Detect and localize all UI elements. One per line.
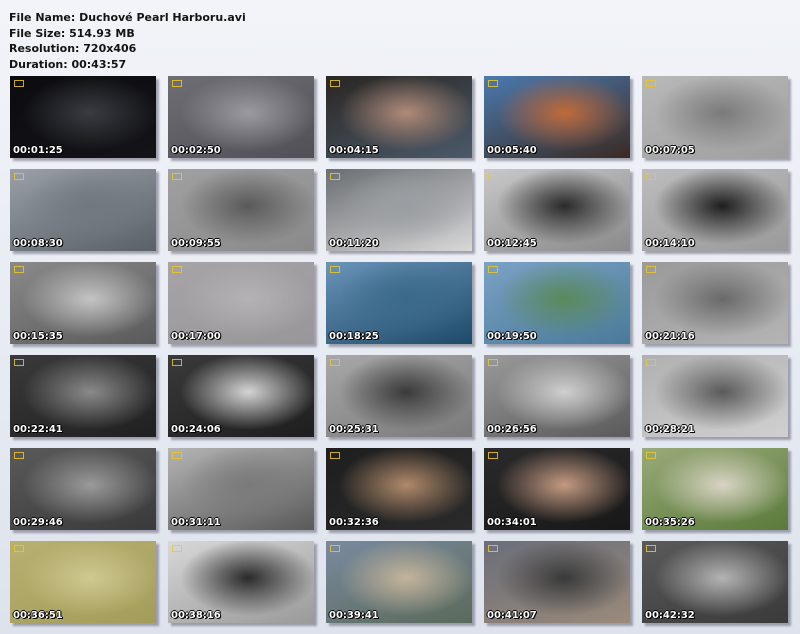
thumbnail-timestamp: 00:26:56 (487, 424, 537, 435)
channel-logo-icon (330, 359, 340, 366)
video-thumbnail: 00:41:07 (484, 541, 630, 623)
video-thumbnail: 00:05:40 (484, 76, 630, 158)
thumbnail-timestamp: 00:24:06 (171, 424, 221, 435)
channel-logo-icon (14, 452, 24, 459)
thumbnail-timestamp: 00:32:36 (329, 517, 379, 528)
duration-label: Duration: 00:43:57 (9, 57, 127, 71)
thumbnail-timestamp: 00:34:01 (487, 517, 537, 528)
video-thumbnail: 00:34:01 (484, 448, 630, 530)
video-thumbnail: 00:11:20 (326, 169, 472, 251)
thumbnail-timestamp: 00:05:40 (487, 145, 537, 156)
channel-logo-icon (488, 266, 498, 273)
video-thumbnail: 00:07:05 (642, 76, 788, 158)
video-thumbnail: 00:26:56 (484, 355, 630, 437)
video-thumbnail: 00:18:25 (326, 262, 472, 344)
thumbnail-timestamp: 00:07:05 (645, 145, 695, 156)
file-name-label: File Name: Duchové Pearl Harboru.avi (9, 11, 246, 24)
thumbnail-grid: 00:01:25 00:02:50 00:04:15 00:05:40 00:07:05… (10, 76, 798, 632)
channel-logo-icon (14, 266, 24, 273)
thumbnail-timestamp: 00:18:25 (329, 331, 379, 342)
video-thumbnail: 00:17:00 (168, 262, 314, 344)
channel-logo-icon (646, 173, 656, 180)
thumbnail-timestamp: 00:15:35 (13, 331, 63, 342)
video-thumbnail: 00:08:30 (10, 169, 156, 251)
video-thumbnail: 00:36:51 (10, 541, 156, 623)
channel-logo-icon (488, 545, 498, 552)
channel-logo-icon (646, 545, 656, 552)
video-thumbnail: 00:32:36 (326, 448, 472, 530)
thumbnail-timestamp: 00:04:15 (329, 145, 379, 156)
thumbnail-timestamp: 00:14:10 (645, 238, 695, 249)
channel-logo-icon (488, 359, 498, 366)
channel-logo-icon (172, 80, 182, 87)
video-thumbnail: 00:19:50 (484, 262, 630, 344)
channel-logo-icon (172, 266, 182, 273)
video-thumbnail: 00:09:55 (168, 169, 314, 251)
thumbnail-timestamp: 00:01:25 (13, 145, 63, 156)
thumbnail-timestamp: 00:42:32 (645, 610, 695, 621)
channel-logo-icon (646, 266, 656, 273)
channel-logo-icon (14, 80, 24, 87)
video-thumbnail: 00:21:16 (642, 262, 788, 344)
channel-logo-icon (646, 359, 656, 366)
resolution-label: Resolution: 720x406 (9, 42, 137, 55)
video-thumbnail: 00:01:25 (10, 76, 156, 158)
thumbnail-timestamp: 00:38:16 (171, 610, 221, 621)
video-thumbnail: 00:38:16 (168, 541, 314, 623)
channel-logo-icon (14, 359, 24, 366)
thumbnail-timestamp: 00:22:41 (13, 424, 63, 435)
thumbnail-timestamp: 00:19:50 (487, 331, 537, 342)
channel-logo-icon (14, 545, 24, 552)
video-thumbnail: 00:22:41 (10, 355, 156, 437)
thumbnail-timestamp: 00:08:30 (13, 238, 63, 249)
file-info-header: File Name: Duchové Pearl Harboru.avi Fil… (9, 10, 246, 72)
channel-logo-icon (172, 452, 182, 459)
video-thumbnail: 00:02:50 (168, 76, 314, 158)
thumbnail-timestamp: 00:29:46 (13, 517, 63, 528)
channel-logo-icon (330, 452, 340, 459)
video-thumbnail: 00:35:26 (642, 448, 788, 530)
video-thumbnail: 00:24:06 (168, 355, 314, 437)
video-thumbnail: 00:29:46 (10, 448, 156, 530)
video-thumbnail: 00:04:15 (326, 76, 472, 158)
video-thumbnail: 00:25:31 (326, 355, 472, 437)
channel-logo-icon (330, 80, 340, 87)
thumbnail-timestamp: 00:36:51 (13, 610, 63, 621)
channel-logo-icon (646, 80, 656, 87)
video-thumbnail: 00:28:21 (642, 355, 788, 437)
channel-logo-icon (488, 173, 498, 180)
channel-logo-icon (14, 173, 24, 180)
channel-logo-icon (646, 452, 656, 459)
thumbnail-timestamp: 00:35:26 (645, 517, 695, 528)
thumbnail-timestamp: 00:39:41 (329, 610, 379, 621)
thumbnail-timestamp: 00:02:50 (171, 145, 221, 156)
channel-logo-icon (488, 452, 498, 459)
video-thumbnail: 00:12:45 (484, 169, 630, 251)
video-thumbnail: 00:39:41 (326, 541, 472, 623)
video-thumbnail: 00:31:11 (168, 448, 314, 530)
thumbnail-timestamp: 00:17:00 (171, 331, 221, 342)
video-thumbnail: 00:14:10 (642, 169, 788, 251)
thumbnail-timestamp: 00:11:20 (329, 238, 379, 249)
channel-logo-icon (488, 80, 498, 87)
channel-logo-icon (330, 545, 340, 552)
channel-logo-icon (330, 173, 340, 180)
thumbnail-timestamp: 00:09:55 (171, 238, 221, 249)
video-thumbnail: 00:42:32 (642, 541, 788, 623)
file-size-label: File Size: 514.93 MB (9, 26, 135, 40)
thumbnail-timestamp: 00:21:16 (645, 331, 695, 342)
thumbnail-timestamp: 00:41:07 (487, 610, 537, 621)
channel-logo-icon (172, 359, 182, 366)
thumbnail-timestamp: 00:31:11 (171, 517, 221, 528)
video-thumbnail: 00:15:35 (10, 262, 156, 344)
thumbnail-timestamp: 00:28:21 (645, 424, 695, 435)
channel-logo-icon (172, 545, 182, 552)
channel-logo-icon (172, 173, 182, 180)
thumbnail-timestamp: 00:25:31 (329, 424, 379, 435)
thumbnail-timestamp: 00:12:45 (487, 238, 537, 249)
channel-logo-icon (330, 266, 340, 273)
